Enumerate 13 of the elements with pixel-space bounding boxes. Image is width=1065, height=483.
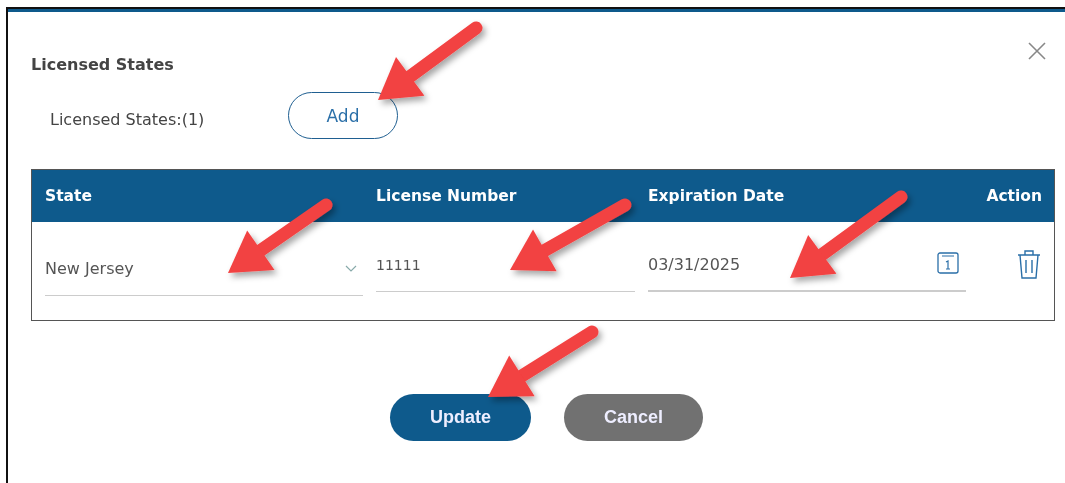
update-button[interactable]: Update [390, 394, 531, 441]
licensed-states-count: Licensed States:(1) [50, 110, 206, 129]
cancel-button[interactable]: Cancel [564, 394, 703, 441]
chevron-down-icon [345, 264, 357, 273]
trash-icon[interactable] [1016, 248, 1042, 280]
calendar-icon[interactable] [936, 251, 960, 277]
column-header: Expiration Date [648, 187, 786, 205]
close-icon[interactable] [1028, 41, 1046, 60]
column-header: Action [985, 187, 1043, 205]
column-header: State [45, 187, 93, 205]
dialog-title: Licensed States [31, 55, 174, 74]
column-header: License Number [376, 187, 518, 205]
add-button[interactable]: Add [288, 92, 398, 139]
